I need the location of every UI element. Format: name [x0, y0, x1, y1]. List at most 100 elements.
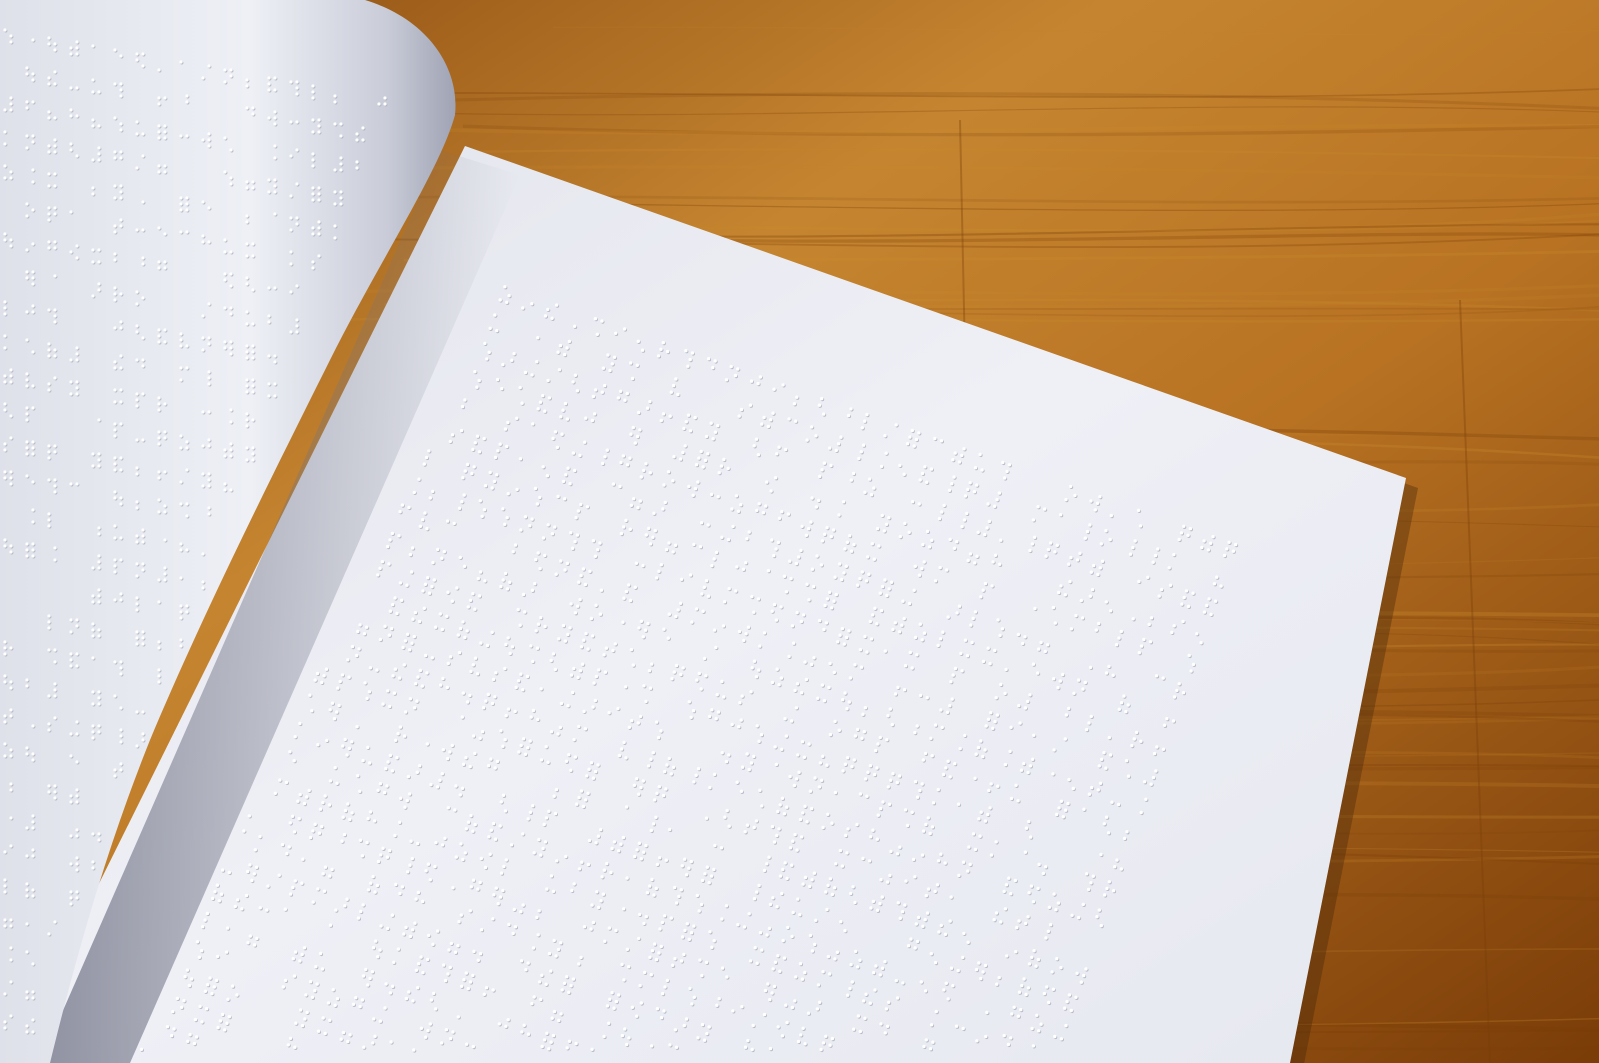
braille-dot — [1007, 463, 1012, 467]
braille-dot — [985, 526, 989, 530]
braille-dot — [780, 796, 785, 800]
braille-dot — [860, 570, 864, 574]
braille-dot — [520, 1030, 524, 1034]
braille-dot — [961, 860, 966, 864]
braille-dot — [755, 890, 759, 894]
braille-dot — [863, 634, 867, 639]
braille-dot — [992, 918, 996, 922]
braille-dot — [368, 761, 372, 765]
braille-dot — [798, 962, 803, 966]
braille-dot — [1083, 680, 1088, 685]
braille-dot — [607, 711, 611, 715]
braille-dot — [849, 962, 853, 967]
braille-dot — [699, 687, 703, 691]
braille-dot — [848, 534, 852, 538]
braille-dot — [361, 138, 365, 142]
braille-dot — [712, 557, 716, 561]
braille-dot — [311, 164, 315, 168]
braille-dot — [567, 753, 571, 757]
braille-dot — [581, 662, 585, 666]
braille-dot — [880, 584, 885, 589]
braille-dot — [579, 502, 583, 507]
braille-dot — [386, 926, 390, 931]
braille-dot — [602, 1034, 606, 1039]
braille-dot — [880, 966, 885, 970]
braille-dot — [490, 630, 494, 634]
braille-dot — [537, 837, 541, 842]
braille-dot — [135, 166, 139, 170]
braille-dot — [343, 808, 348, 813]
braille-dot — [951, 984, 955, 988]
braille-dot — [1067, 706, 1071, 711]
braille-dot — [871, 613, 875, 617]
braille-dot — [714, 550, 719, 555]
braille-dot — [1202, 539, 1206, 543]
braille-dot — [9, 40, 13, 44]
braille-dot — [625, 947, 630, 951]
braille-dot — [890, 722, 894, 727]
braille-dot — [533, 582, 537, 586]
braille-dot — [818, 761, 823, 765]
braille-dot — [647, 669, 652, 673]
braille-dot — [1023, 635, 1027, 639]
braille-dot — [252, 943, 257, 947]
braille-dot — [577, 795, 581, 800]
braille-dot — [868, 764, 873, 768]
braille-dot — [365, 625, 369, 629]
braille-dot — [559, 701, 564, 706]
braille-dot — [479, 641, 483, 645]
braille-dot — [525, 674, 530, 679]
braille-dot — [655, 1007, 660, 1011]
braille-dot — [528, 524, 532, 528]
braille-dot — [47, 76, 51, 80]
braille-dot — [937, 516, 942, 521]
braille-dot — [465, 629, 469, 633]
braille-dot — [629, 361, 633, 365]
braille-dot — [457, 650, 462, 655]
braille-dot — [713, 430, 718, 434]
braille-dot — [203, 989, 208, 993]
braille-dot — [725, 975, 729, 979]
braille-dot — [900, 910, 905, 914]
braille-dot — [339, 122, 343, 126]
braille-dot — [1142, 637, 1146, 642]
braille-dot — [406, 632, 410, 636]
braille-dot — [529, 715, 533, 719]
braille-dot — [621, 454, 626, 458]
braille-dot — [543, 409, 547, 413]
braille-dot — [1200, 545, 1204, 550]
braille-dot — [868, 619, 872, 624]
braille-dot — [542, 822, 546, 827]
braille-dot — [512, 907, 516, 912]
braille-dot — [973, 776, 977, 780]
braille-dot — [379, 853, 383, 857]
braille-dot — [31, 168, 35, 172]
braille-dot — [991, 560, 995, 564]
braille-dot — [1016, 632, 1021, 637]
braille-dot — [501, 793, 506, 797]
braille-dot — [754, 819, 759, 823]
braille-dot — [324, 667, 329, 671]
braille-dot — [227, 1015, 231, 1019]
braille-dot — [577, 724, 581, 729]
braille-dot — [573, 755, 578, 759]
braille-dot — [340, 839, 344, 843]
braille-dot — [1036, 957, 1041, 962]
braille-dot — [633, 441, 637, 445]
braille-dot — [295, 120, 299, 124]
braille-dot — [213, 890, 217, 894]
braille-dot — [925, 529, 930, 534]
braille-dot — [1182, 524, 1186, 528]
braille-dot — [936, 787, 940, 792]
braille-dot — [1105, 886, 1109, 891]
braille-dot — [594, 769, 598, 774]
braille-dot — [1142, 780, 1147, 784]
braille-dot — [1077, 915, 1081, 920]
braille-dot — [607, 926, 612, 930]
braille-dot — [957, 873, 961, 878]
braille-dot — [119, 54, 123, 58]
braille-dot — [628, 598, 633, 603]
braille-dot — [554, 572, 558, 576]
braille-dot — [454, 855, 458, 859]
braille-dot — [1108, 609, 1113, 613]
